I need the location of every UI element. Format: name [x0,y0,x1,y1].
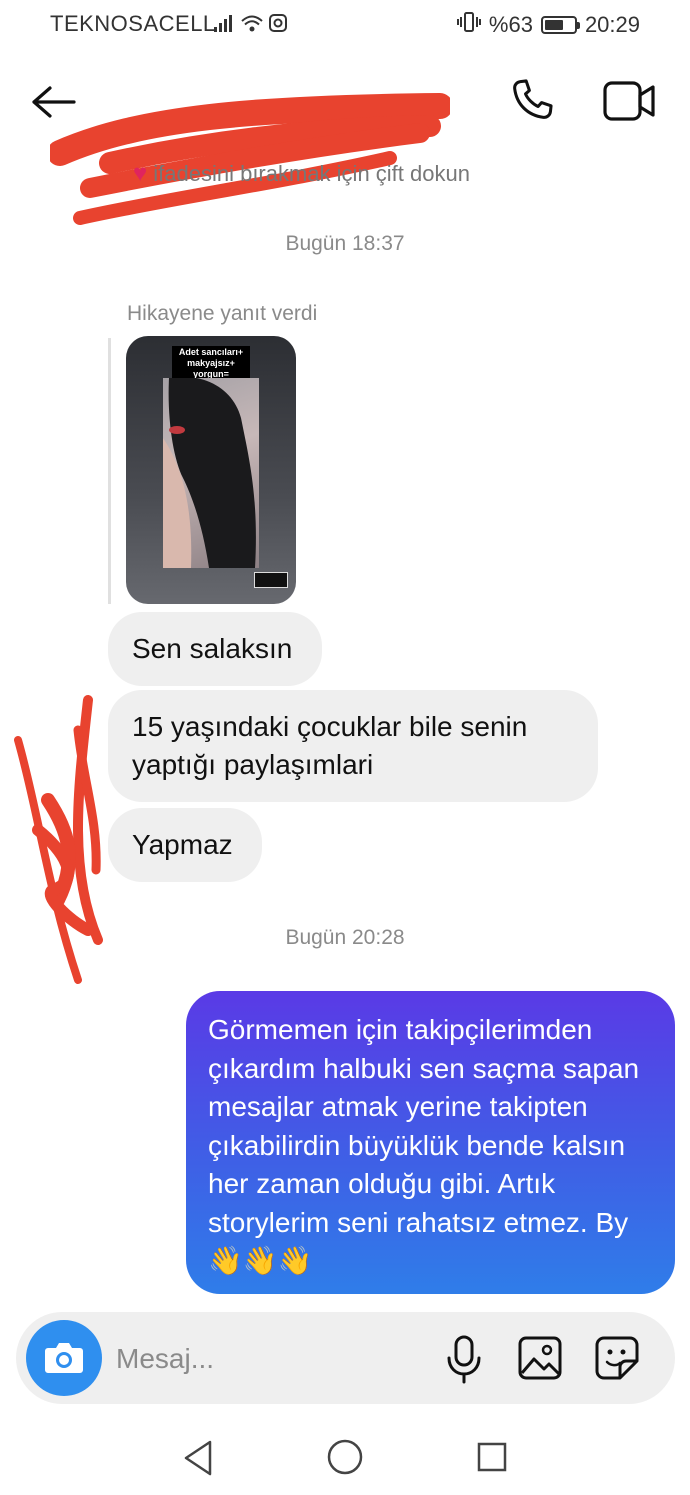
gallery-icon[interactable] [517,1335,563,1381]
back-arrow-icon[interactable] [28,82,78,122]
video-camera-icon[interactable] [600,76,658,126]
nav-back-icon[interactable] [180,1438,216,1478]
carrier-name: TEKNOSACELL [50,11,216,36]
hint-text: ifadesini bırakmak için çift dokun [153,161,470,186]
message-in-1: Sen salaksın [108,612,322,686]
message-input[interactable] [114,1334,418,1384]
timestamp: Bugün 18:37 [285,232,405,255]
story-stamp [254,572,288,588]
message-in-2: 15 yaşındaki çocuklar bile senin yaptığı… [108,690,598,802]
battery-percent: %63 [488,12,533,37]
vibrate-icon [456,11,481,39]
message-text: Sen salaksın [132,633,293,664]
phone-icon[interactable] [506,74,558,126]
system-nav-bar [0,1420,690,1495]
story-caption: Adet sancıları+ makyajsız+ yorgun= [172,346,250,381]
story-thumbnail[interactable]: Adet sancıları+ makyajsız+ yorgun= [126,336,296,604]
heart-icon: ♥ [133,160,148,187]
clock: 20:29 [584,12,640,37]
message-text: 15 yaşındaki çocuklar bile senin yaptığı… [132,711,528,780]
sticker-icon[interactable] [594,1335,640,1381]
nav-home-icon[interactable] [326,1438,364,1476]
message-text: Görmemen için takipçilerimden çıkardım h… [208,1014,640,1276]
chat-header [0,48,690,225]
status-bar: TEKNOSACELL %63 20:29 [0,0,690,48]
double-tap-hint: ♥ ifadesini bırakmak için çift dokun [133,160,470,188]
camera-button[interactable] [26,1320,102,1396]
message-in-3: Yapmaz [108,808,262,882]
reply-quote-line [108,338,111,604]
message-text: Yapmaz [132,829,233,860]
message-out: Görmemen için takipçilerimden çıkardım h… [186,991,675,1294]
camera-icon [45,1343,83,1373]
story-photo [163,378,259,568]
message-composer [16,1312,675,1404]
battery-icon [540,16,580,34]
timestamp: Bugün 20:28 [285,926,405,949]
story-reply-label: Hikayene yanıt verdi [127,302,318,325]
nav-recents-icon[interactable] [475,1440,509,1474]
microphone-icon[interactable] [444,1334,484,1384]
signal-wifi-icons [212,12,292,42]
